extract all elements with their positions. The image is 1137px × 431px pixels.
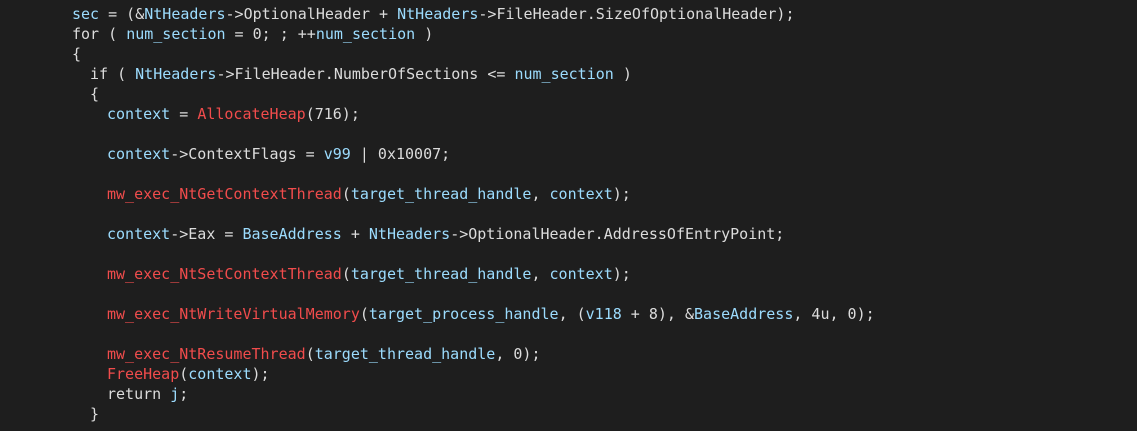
identifier-token: context: [188, 365, 252, 383]
code-token: ,: [531, 265, 550, 283]
code-line: FreeHeap(context);: [0, 364, 1137, 384]
code-token: ,: [531, 185, 550, 203]
function-call-token: mw_exec_NtSetContextThread: [107, 265, 342, 283]
identifier-token: target_process_handle: [368, 305, 559, 323]
identifier-token: sec: [72, 5, 100, 23]
code-token: {: [72, 45, 82, 63]
identifier-token: context: [549, 265, 613, 283]
identifier-token: target_thread_handle: [350, 265, 532, 283]
code-line: }: [0, 404, 1137, 424]
code-line: return j;: [0, 384, 1137, 404]
code-line: context = AllocateHeap(716);: [0, 104, 1137, 124]
identifier-token: BaseAddress: [242, 225, 342, 243]
code-token: ;: [179, 385, 189, 403]
identifier-token: NtHeaders: [368, 225, 451, 243]
code-token: (: [341, 185, 351, 203]
function-call-token: AllocateHeap: [197, 105, 306, 123]
identifier-token: NtHeaders: [397, 5, 479, 23]
code-line: sec = (&NtHeaders->OptionalHeader + NtHe…: [0, 4, 1137, 24]
code-token: return: [107, 385, 171, 403]
code-line: {: [0, 84, 1137, 104]
code-token: =: [170, 105, 198, 123]
code-token: = (&: [99, 5, 145, 23]
code-token: (: [179, 365, 189, 383]
code-token: );: [612, 185, 631, 203]
code-token: (: [341, 265, 351, 283]
code-token: (: [305, 345, 315, 363]
code-line: if ( NtHeaders->FileHeader.NumberOfSecti…: [0, 64, 1137, 84]
code-token: (716);: [305, 105, 360, 123]
identifier-token: num_section: [315, 25, 416, 43]
code-token: ->ContextFlags =: [170, 145, 324, 163]
code-token: ->FileHeader.SizeOfOptionalHeader);: [478, 5, 795, 23]
code-token: }: [90, 405, 100, 423]
code-token: , 4u, 0);: [793, 305, 875, 323]
code-token: , 0);: [495, 345, 541, 363]
code-token: if (: [90, 65, 136, 83]
code-token: , (: [558, 305, 586, 323]
code-token: ->FileHeader.NumberOfSections <=: [216, 65, 515, 83]
code-token: {: [90, 85, 100, 103]
identifier-token: target_thread_handle: [314, 345, 496, 363]
code-token: ->OptionalHeader +: [225, 5, 398, 23]
code-line: for ( num_section = 0; ; ++num_section ): [0, 24, 1137, 44]
code-line: mw_exec_NtGetContextThread(target_thread…: [0, 184, 1137, 204]
code-token: + 8), &: [621, 305, 695, 323]
code-line: mw_exec_NtWriteVirtualMemory(target_proc…: [0, 304, 1137, 324]
code-token: ->OptionalHeader.AddressOfEntryPoint;: [450, 225, 785, 243]
identifier-token: context: [107, 105, 171, 123]
function-call-token: FreeHeap: [107, 365, 180, 383]
identifier-token: context: [107, 225, 171, 243]
code-token: for (: [72, 25, 127, 43]
code-line: mw_exec_NtSetContextThread(target_thread…: [0, 264, 1137, 284]
code-token: ->Eax =: [170, 225, 243, 243]
code-line: context->Eax = BaseAddress + NtHeaders->…: [0, 224, 1137, 244]
identifier-token: target_thread_handle: [350, 185, 532, 203]
identifier-token: NtHeaders: [135, 65, 217, 83]
code-editor[interactable]: sec = (&NtHeaders->OptionalHeader + NtHe…: [0, 0, 1137, 431]
code-line: mw_exec_NtResumeThread(target_thread_han…: [0, 344, 1137, 364]
function-call-token: mw_exec_NtGetContextThread: [107, 185, 342, 203]
identifier-token: v118: [585, 305, 622, 323]
identifier-token: BaseAddress: [694, 305, 794, 323]
code-line: context->ContextFlags = v99 | 0x10007;: [0, 144, 1137, 164]
identifier-token: context: [107, 145, 171, 163]
identifier-token: context: [549, 185, 613, 203]
identifier-token: num_section: [126, 25, 226, 43]
identifier-token: j: [170, 385, 180, 403]
code-token: ): [415, 25, 434, 43]
code-token: +: [341, 225, 369, 243]
code-token: (: [359, 305, 369, 323]
identifier-token: NtHeaders: [144, 5, 226, 23]
code-token: );: [251, 365, 270, 383]
identifier-token: v99: [323, 145, 351, 163]
code-token: | 0x10007;: [350, 145, 451, 163]
code-token: ): [613, 65, 632, 83]
code-token: = 0; ; ++: [225, 25, 316, 43]
function-call-token: mw_exec_NtWriteVirtualMemory: [107, 305, 360, 323]
identifier-token: num_section: [514, 65, 614, 83]
code-token: );: [612, 265, 631, 283]
code-line: {: [0, 44, 1137, 64]
function-call-token: mw_exec_NtResumeThread: [107, 345, 306, 363]
